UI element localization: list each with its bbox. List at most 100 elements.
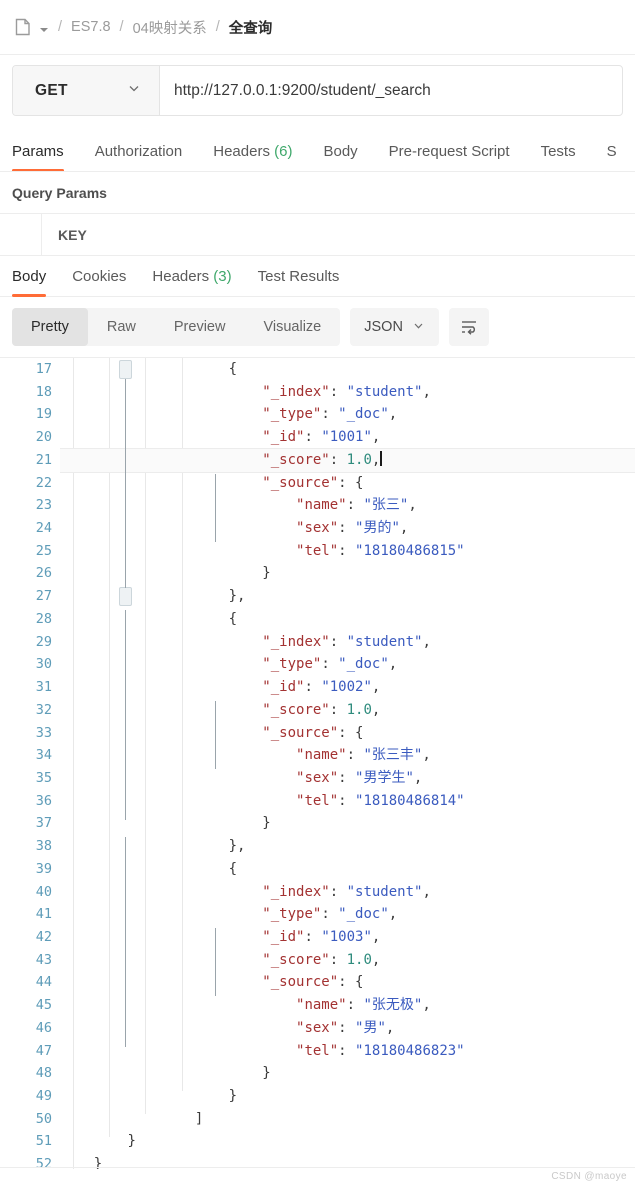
code-token: : <box>346 497 364 514</box>
breadcrumb-item-mapping[interactable]: 04映射关系 <box>133 17 207 38</box>
tab-headers-label: Headers <box>213 143 270 160</box>
code-line[interactable]: } <box>60 562 635 585</box>
code-token: "18180486823" <box>355 1042 465 1059</box>
code-line[interactable]: "tel": "18180486814" <box>60 790 635 813</box>
response-tab-body[interactable]: Body <box>12 268 47 297</box>
code-line[interactable]: { <box>60 358 635 381</box>
collection-icon[interactable] <box>14 17 32 37</box>
code-line[interactable]: { <box>60 608 635 631</box>
code-line[interactable]: "_score": 1.0, <box>60 699 635 722</box>
view-mode-raw[interactable]: Raw <box>88 308 155 346</box>
code-token: : <box>329 633 347 650</box>
code-line[interactable]: "tel": "18180486823" <box>60 1040 635 1063</box>
code-line[interactable]: } <box>60 812 635 835</box>
tab-pre-request-script[interactable]: Pre-request Script <box>389 143 510 171</box>
code-line[interactable]: "_source": { <box>60 971 635 994</box>
code-line[interactable]: "_score": 1.0, <box>60 448 635 472</box>
response-tab-cookies-label: Cookies <box>72 268 127 285</box>
code-line[interactable]: ] <box>60 1108 635 1131</box>
line-number: 47 <box>35 1042 52 1059</box>
code-line[interactable]: "_id": "1002", <box>60 676 635 699</box>
code-line[interactable]: "_index": "student", <box>60 881 635 904</box>
breadcrumb-item-current[interactable]: 全查询 <box>229 17 273 38</box>
query-params-checkbox-column[interactable] <box>0 214 42 255</box>
code-line[interactable]: "_id": "1001", <box>60 426 635 449</box>
code-token: } <box>228 1088 238 1104</box>
response-tab-cookies[interactable]: Cookies <box>72 268 126 296</box>
code-token: , <box>388 906 398 923</box>
tab-body[interactable]: Body <box>323 143 357 171</box>
tab-params[interactable]: Params <box>12 143 64 171</box>
url-input[interactable] <box>160 66 622 115</box>
line-number: 51 <box>35 1133 52 1150</box>
line-number: 48 <box>35 1065 52 1082</box>
code-line[interactable]: "_score": 1.0, <box>60 949 635 972</box>
code-line[interactable]: "name": "张三丰", <box>60 744 635 767</box>
fold-marker-17[interactable] <box>119 360 132 379</box>
brace-rail-inner-3 <box>215 928 216 996</box>
code-token: "_doc" <box>338 656 389 673</box>
code-line[interactable]: "_index": "student", <box>60 381 635 404</box>
line-number: 24 <box>35 520 52 537</box>
code-token: , <box>371 451 381 468</box>
method-selector[interactable]: GET <box>13 66 160 115</box>
code-line[interactable]: "name": "张三", <box>60 494 635 517</box>
code-line[interactable]: "tel": "18180486815" <box>60 540 635 563</box>
response-tab-body-label: Body <box>12 268 47 285</box>
code-line[interactable]: }, <box>60 835 635 858</box>
line-number: 20 <box>35 429 52 446</box>
view-mode-preview[interactable]: Preview <box>155 308 245 346</box>
code-line[interactable]: } <box>60 1130 635 1153</box>
code-token: "_score" <box>262 701 330 718</box>
response-format-selector[interactable]: JSON <box>350 308 439 346</box>
view-mode-visualize[interactable]: Visualize <box>244 308 340 346</box>
tab-tests[interactable]: Tests <box>541 143 576 171</box>
code-lines: { "_index": "student", "_type": "_doc", … <box>60 358 635 1169</box>
code-line[interactable]: "_type": "_doc", <box>60 403 635 426</box>
tab-settings[interactable]: S <box>607 143 617 171</box>
response-tab-headers[interactable]: Headers (3) <box>152 268 231 296</box>
code-line[interactable]: "_type": "_doc", <box>60 903 635 926</box>
tab-headers[interactable]: Headers (6) <box>213 143 292 171</box>
code-token: { <box>228 610 238 627</box>
code-token: "_source" <box>262 974 339 991</box>
code-line[interactable]: "_source": { <box>60 722 635 745</box>
code-line[interactable]: "_index": "student", <box>60 631 635 654</box>
fold-marker-27[interactable] <box>119 587 132 606</box>
tab-authorization[interactable]: Authorization <box>95 143 183 171</box>
line-number: 36 <box>35 792 52 809</box>
chevron-down-icon[interactable] <box>39 22 49 32</box>
code-token: "tel" <box>296 1042 339 1059</box>
line-number: 38 <box>35 838 52 855</box>
response-tab-test-results[interactable]: Test Results <box>258 268 340 296</box>
wrap-lines-icon[interactable] <box>448 308 489 346</box>
breadcrumb-item-es78[interactable]: ES7.8 <box>71 19 111 35</box>
code-line[interactable]: }, <box>60 585 635 608</box>
code-line[interactable]: } <box>60 1062 635 1085</box>
line-number: 49 <box>35 1088 52 1104</box>
code-token: } <box>262 1065 271 1082</box>
code-token: 1.0 <box>346 701 372 718</box>
code-line[interactable]: } <box>60 1085 635 1108</box>
code-token: , <box>385 1019 395 1036</box>
tab-body-label: Body <box>323 143 358 160</box>
code-line[interactable]: "name": "张无极", <box>60 994 635 1017</box>
code-line[interactable]: "sex": "男的", <box>60 517 635 540</box>
code-line[interactable]: "_source": { <box>60 472 635 495</box>
code-token: "student" <box>346 883 423 900</box>
code-line[interactable]: "_id": "1003", <box>60 926 635 949</box>
response-body-viewer[interactable]: 17 18 19 20 21 22 23 24 25 26 27 28 29 30 31 32 33 34 35 36… <box>0 357 635 1169</box>
code-line[interactable]: "_type": "_doc", <box>60 653 635 676</box>
code-line[interactable]: "sex": "男学生", <box>60 767 635 790</box>
code-token: }, <box>228 838 246 855</box>
code-line[interactable]: { <box>60 858 635 881</box>
code-line[interactable]: "sex": "男", <box>60 1017 635 1040</box>
line-number: 29 <box>35 633 52 650</box>
view-mode-pretty[interactable]: Pretty <box>12 308 88 346</box>
